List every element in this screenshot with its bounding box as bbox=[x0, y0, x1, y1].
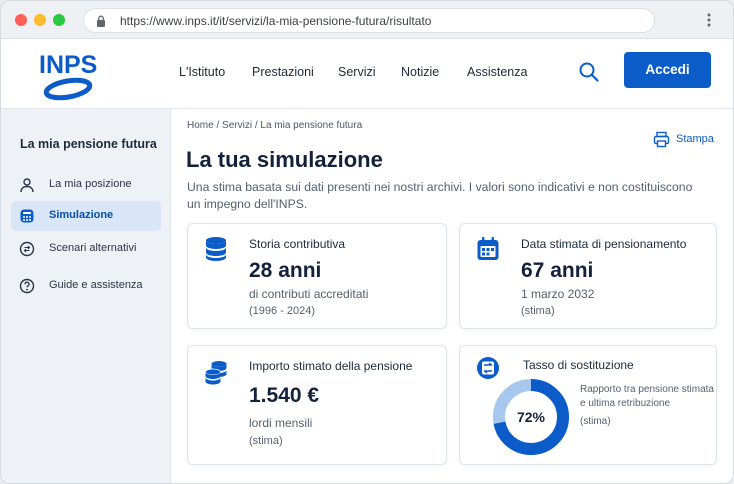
login-button[interactable]: Accedi bbox=[624, 52, 711, 88]
page-title: La tua simulazione bbox=[186, 147, 383, 172]
sidebar-item-scenari[interactable]: Scenari alternativi bbox=[11, 234, 161, 264]
card-note: (stima) bbox=[249, 435, 283, 447]
nav-istituto[interactable]: L'Istituto bbox=[179, 65, 225, 79]
nav-assistenza[interactable]: Assistenza bbox=[467, 65, 527, 79]
card-value: 67 anni bbox=[521, 259, 594, 282]
card-value: 28 anni bbox=[249, 259, 322, 282]
nav-servizi[interactable]: Servizi bbox=[338, 65, 376, 79]
lock-icon bbox=[97, 15, 105, 27]
card-label: Tasso di sostituzione bbox=[523, 358, 634, 372]
card-importo-pensione: Importo stimato della pensione 1.540 € l… bbox=[187, 345, 447, 465]
card-label: Importo stimato della pensione bbox=[249, 359, 413, 373]
nav-prestazioni[interactable]: Prestazioni bbox=[252, 65, 314, 79]
breadcrumb-separator: / bbox=[254, 120, 258, 131]
replacement-rate-donut: 72% bbox=[493, 379, 569, 455]
card-label: Data stimata di pensionamento bbox=[521, 237, 687, 251]
browser-toolbar: https://www.inps.it/it/servizi/la-mia-pe… bbox=[1, 1, 733, 39]
card-tasso-sostituzione: Tasso di sostituzione 72% Rapporto tra p… bbox=[459, 345, 717, 465]
card-label: Storia contributiva bbox=[249, 237, 346, 251]
sidebar-item-label: Simulazione bbox=[49, 209, 114, 221]
help-icon bbox=[19, 278, 35, 294]
breadcrumb-servizi[interactable]: Servizi bbox=[222, 120, 252, 131]
nav-notizie[interactable]: Notizie bbox=[401, 65, 439, 79]
sidebar-item-simulazione[interactable]: Simulazione bbox=[11, 201, 161, 231]
maximize-window-button[interactable] bbox=[53, 14, 65, 26]
breadcrumb-home[interactable]: Home bbox=[187, 120, 214, 131]
card-note: (stima) bbox=[580, 416, 611, 427]
breadcrumb-current: La mia pensione futura bbox=[260, 120, 363, 131]
sidebar-item-label: Guide e assistenza bbox=[49, 279, 143, 291]
svg-text:INPS: INPS bbox=[39, 51, 97, 79]
calendar-icon bbox=[477, 237, 499, 260]
printer-icon bbox=[653, 131, 670, 148]
breadcrumb-separator: / bbox=[216, 120, 220, 131]
browser-window: https://www.inps.it/it/servizi/la-mia-pe… bbox=[0, 0, 734, 484]
more-options-icon[interactable] bbox=[701, 12, 717, 28]
site-header: INPS L'Istituto Prestazioni Servizi Noti… bbox=[1, 39, 733, 109]
user-icon bbox=[20, 178, 34, 193]
donut-percent-label: 72% bbox=[517, 409, 546, 425]
sidebar-item-posizione[interactable]: La mia posizione bbox=[11, 170, 161, 200]
inps-logo[interactable]: INPS bbox=[37, 47, 99, 103]
calculator-icon bbox=[20, 209, 34, 223]
sidebar-title: La mia pensione futura bbox=[20, 137, 157, 151]
card-note: (stima) bbox=[521, 305, 555, 317]
sidebar-item-label: La mia posizione bbox=[49, 178, 132, 190]
card-data-pensionamento: Data stimata di pensionamento 67 anni 1 … bbox=[459, 223, 717, 329]
url-text: https://www.inps.it/it/servizi/la-mia-pe… bbox=[120, 14, 432, 28]
card-note: (1996 - 2024) bbox=[249, 305, 316, 317]
main-content: Home / Servizi / La mia pensione futura … bbox=[171, 109, 733, 483]
sidebar-item-guide[interactable]: Guide e assistenza bbox=[11, 271, 161, 301]
close-window-button[interactable] bbox=[15, 14, 27, 26]
card-sub: lordi mensili bbox=[249, 416, 313, 430]
card-value: 1.540 € bbox=[249, 384, 320, 407]
sidebar: La mia pensione futura La mia posizione … bbox=[1, 109, 171, 483]
search-icon[interactable] bbox=[578, 61, 600, 83]
print-label: Stampa bbox=[676, 133, 714, 145]
card-storia-contributiva: Storia contributiva 28 anni di contribut… bbox=[187, 223, 447, 329]
database-icon bbox=[206, 237, 226, 261]
address-bar[interactable]: https://www.inps.it/it/servizi/la-mia-pe… bbox=[83, 8, 655, 33]
breadcrumb: Home / Servizi / La mia pensione futura bbox=[187, 120, 362, 131]
card-description: Rapporto tra pensione stimata e ultima r… bbox=[580, 384, 714, 409]
coins-icon bbox=[205, 361, 227, 385]
intro-text: Una stima basata sui dati presenti nei n… bbox=[187, 180, 693, 211]
card-sub: 1 marzo 2032 bbox=[521, 287, 595, 301]
minimize-window-button[interactable] bbox=[34, 14, 46, 26]
card-sub: di contributi accreditati bbox=[249, 287, 369, 301]
scenario-icon bbox=[19, 241, 35, 257]
sidebar-item-label: Scenari alternativi bbox=[49, 242, 137, 254]
